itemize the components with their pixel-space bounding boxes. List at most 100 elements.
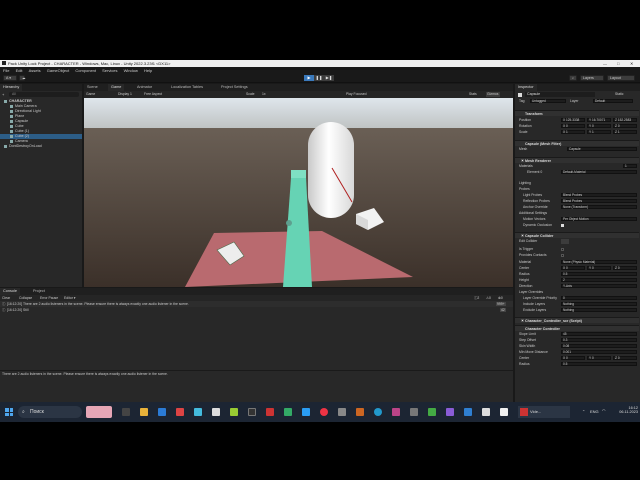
object-name-input[interactable]: Capsule <box>525 92 595 97</box>
edit-collider-button[interactable] <box>561 239 569 244</box>
store-icon[interactable] <box>158 408 166 416</box>
step-button[interactable]: ▶❚ <box>324 75 334 81</box>
motion-vectors-dropdown[interactable]: Per Object Motion <box>561 217 637 221</box>
position-z-field[interactable]: Z 152.2583 <box>613 118 637 122</box>
minimize-button[interactable]: — <box>603 60 607 67</box>
widgets-icon[interactable] <box>86 406 112 418</box>
app-icon[interactable] <box>266 408 274 416</box>
position-y-field[interactable]: Y 16.70071 <box>587 118 611 122</box>
app-icon[interactable] <box>392 408 400 416</box>
reflection-probes-dropdown[interactable]: Blend Probes <box>561 199 637 203</box>
maximize-button[interactable]: □ <box>617 60 619 67</box>
active-checkbox[interactable] <box>518 93 522 97</box>
play-button[interactable]: ▶ <box>304 75 314 81</box>
materials-count[interactable]: 1 <box>623 164 637 168</box>
tab-hierarchy[interactable]: Hierarchy <box>0 84 23 91</box>
scale-x-field[interactable]: X 1 <box>561 130 585 134</box>
mesh-renderer-checkbox[interactable] <box>521 159 524 162</box>
dynamic-occlusion-checkbox[interactable] <box>561 224 564 227</box>
rotation-x-field[interactable]: X 0 <box>561 124 585 128</box>
display-select[interactable]: Display 1 <box>118 91 132 98</box>
language-indicator[interactable]: ENG <box>590 409 599 414</box>
edge-icon[interactable] <box>374 408 382 416</box>
mesh-renderer-header[interactable]: Mesh Renderer <box>515 157 639 163</box>
telegram-icon[interactable] <box>302 408 310 416</box>
mesh-filter-header[interactable]: Capsule (Mesh Filter) <box>515 140 639 146</box>
provides-contacts-checkbox[interactable] <box>561 254 564 257</box>
app-icon[interactable] <box>356 408 364 416</box>
app-icon[interactable] <box>284 408 292 416</box>
unity-hub-icon[interactable] <box>500 408 508 416</box>
app-icon[interactable] <box>338 408 346 416</box>
exclude-layers-dropdown[interactable]: Nothing <box>561 308 637 312</box>
capsule-collider-checkbox[interactable] <box>521 234 524 237</box>
probes-row[interactable]: Probes <box>515 187 639 192</box>
layer-overrides-foldout[interactable]: Layer Overrides <box>519 290 543 295</box>
script-header[interactable]: Character_Controller_scr (Script) <box>515 317 639 323</box>
collider-center-y[interactable]: Y 0 <box>587 266 611 270</box>
tab-scene[interactable]: Scene <box>84 84 101 91</box>
lighting-foldout[interactable]: Lighting <box>519 181 531 186</box>
layout-dropdown[interactable]: Layout <box>607 75 635 81</box>
menu-assets[interactable]: Assets <box>29 68 41 73</box>
file-explorer-icon[interactable] <box>140 408 148 416</box>
cc-center-y[interactable]: Y 0 <box>587 356 611 360</box>
tab-project-settings[interactable]: Project Settings <box>218 84 251 91</box>
close-button[interactable]: ✕ <box>630 60 633 67</box>
menu-gameobject[interactable]: GameObject <box>47 68 69 73</box>
app-icon[interactable] <box>230 408 238 416</box>
slope-limit-field[interactable]: 45 <box>561 332 637 336</box>
cc-radius-field[interactable]: 0.5 <box>561 362 637 366</box>
layer-dropdown[interactable]: Default <box>593 99 633 103</box>
account-button[interactable]: A ▾ <box>3 75 17 81</box>
transform-header[interactable]: Transform <box>515 110 639 116</box>
game-viewport[interactable] <box>84 98 513 287</box>
hierarchy-search-input[interactable]: All <box>9 92 79 97</box>
taskbar-search-input[interactable]: ⌕ Поиск <box>18 406 82 418</box>
tab-game[interactable]: Game <box>108 84 125 91</box>
stats-button[interactable]: Stats <box>469 91 477 98</box>
tray-chevron-icon[interactable]: ⌃ <box>582 409 585 414</box>
tab-console[interactable]: Console <box>0 288 20 295</box>
menu-window[interactable]: Window <box>124 68 138 73</box>
step-offset-field[interactable]: 0.3 <box>561 338 637 342</box>
layer-overrides-row[interactable]: Layer Overrides <box>515 290 639 295</box>
rotation-y-field[interactable]: Y 0 <box>587 124 611 128</box>
visual-studio-icon[interactable] <box>446 408 454 416</box>
chrome-icon[interactable] <box>320 408 328 416</box>
position-x-field[interactable]: X 125.3338 <box>561 118 585 122</box>
static-checkbox[interactable]: Static <box>615 92 623 96</box>
additional-settings-foldout[interactable]: Additional Settings <box>519 211 547 216</box>
collider-center-x[interactable]: X 0 <box>561 266 585 270</box>
mesh-field[interactable]: Capsule <box>567 147 637 151</box>
menu-services[interactable]: Services <box>102 68 117 73</box>
play-focused-select[interactable]: Play Focused <box>346 91 367 98</box>
unity-icon[interactable] <box>482 408 490 416</box>
override-priority-field[interactable]: 0 <box>561 296 637 300</box>
collider-direction-dropdown[interactable]: Y-Axis <box>561 284 637 288</box>
game-display-dropdown[interactable]: Game <box>86 91 95 98</box>
app-icon[interactable] <box>410 408 418 416</box>
element-field[interactable]: Default-Material <box>561 170 637 174</box>
vscode-icon[interactable] <box>464 408 472 416</box>
probes-foldout[interactable]: Probes <box>519 187 530 192</box>
menu-help[interactable]: Help <box>144 68 152 73</box>
rotation-z-field[interactable]: Z 0 <box>613 124 637 128</box>
include-layers-dropdown[interactable]: Nothing <box>561 302 637 306</box>
cloud-icon[interactable]: ☁ <box>19 75 26 81</box>
anchor-field[interactable]: None (Transform) <box>561 205 637 209</box>
scale-value[interactable]: 1x <box>262 91 266 98</box>
add-icon[interactable]: + <box>2 92 7 97</box>
pause-button[interactable]: ❚❚ <box>314 75 324 81</box>
menu-file[interactable]: File <box>3 68 9 73</box>
mail-icon[interactable] <box>194 408 202 416</box>
clock[interactable]: 16:12 06.11.2023 <box>610 406 638 414</box>
is-trigger-checkbox[interactable] <box>561 248 564 251</box>
min-move-field[interactable]: 0.001 <box>561 350 637 354</box>
collider-radius-field[interactable]: 0.5 <box>561 272 637 276</box>
hierarchy-item[interactable]: DontDestroyOnLoad <box>0 144 82 149</box>
aspect-select[interactable]: Free Aspect <box>144 91 162 98</box>
tag-dropdown[interactable]: Untagged <box>530 99 566 103</box>
app-icon[interactable] <box>428 408 436 416</box>
menu-component[interactable]: Component <box>75 68 96 73</box>
